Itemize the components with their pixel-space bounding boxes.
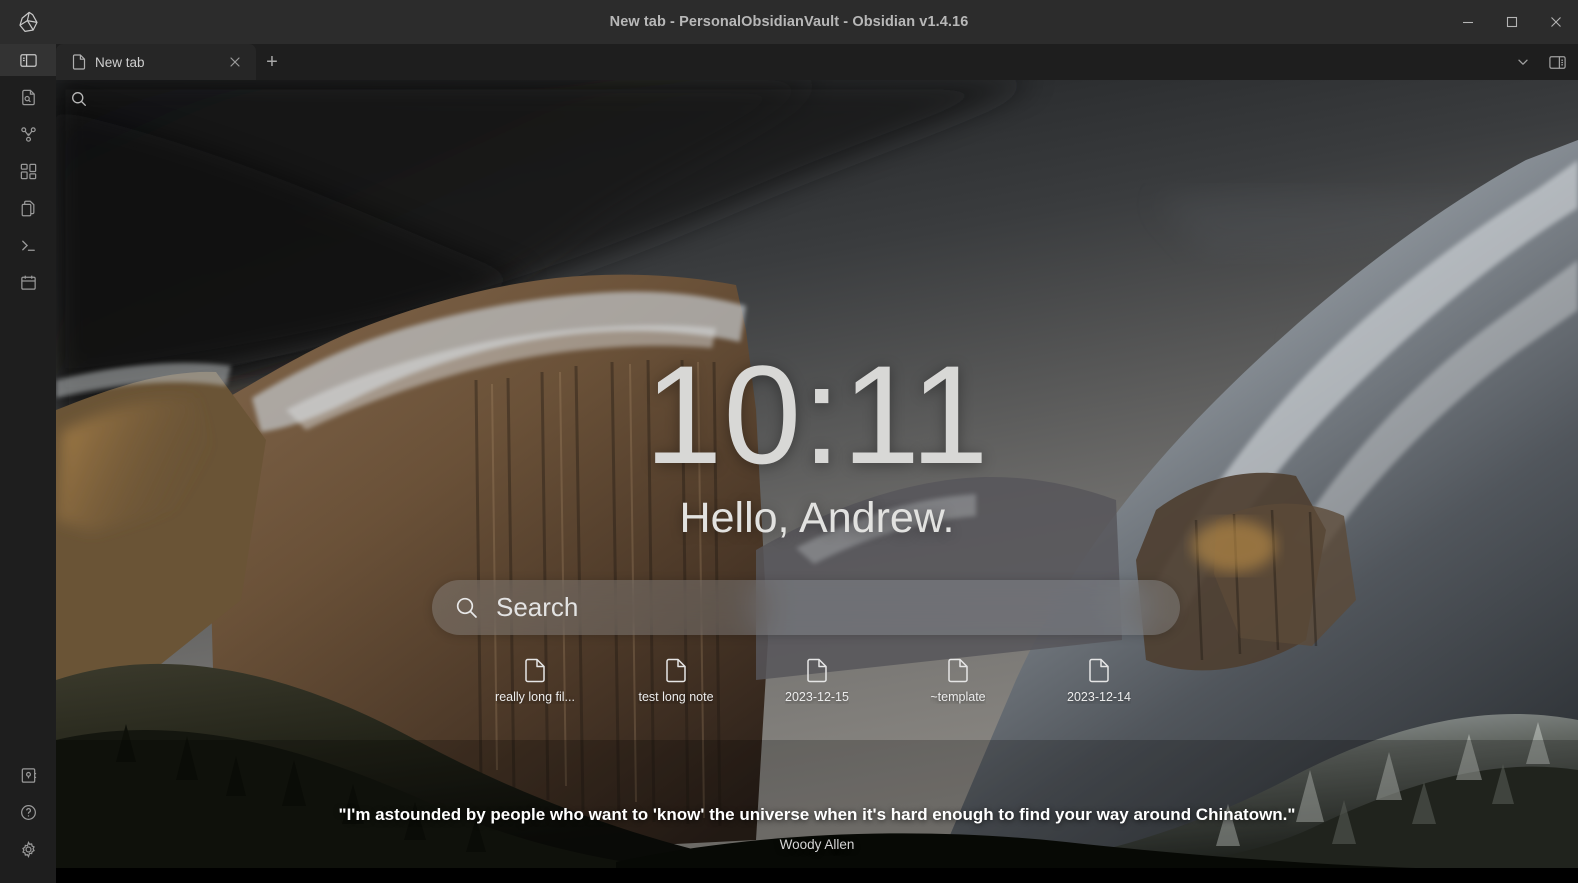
shortcut-item[interactable]: 2023-12-15: [767, 658, 867, 704]
minimize-button[interactable]: [1446, 0, 1490, 44]
shortcut-item[interactable]: 2023-12-14: [1049, 658, 1149, 704]
search-icon: [454, 595, 480, 621]
title-bar: New tab - PersonalObsidianVault - Obsidi…: [0, 0, 1578, 44]
help-icon[interactable]: [0, 796, 56, 828]
tab-bar-right-controls: [1508, 44, 1572, 80]
left-ribbon: [0, 44, 56, 883]
search-icon[interactable]: [70, 90, 88, 113]
quote-text: "I'm astounded by people who want to 'kn…: [338, 805, 1296, 824]
main-content-area: 10:11 Hello, Andrew. Search really long …: [56, 80, 1578, 868]
document-icon: [524, 658, 546, 683]
window-controls: [1446, 0, 1578, 44]
file-search-icon[interactable]: [0, 81, 56, 113]
search-input[interactable]: [496, 592, 1180, 623]
close-button[interactable]: [1534, 0, 1578, 44]
shortcut-label: ~template: [930, 690, 986, 704]
chevron-down-icon[interactable]: [1508, 47, 1538, 77]
window-title: New tab - PersonalObsidianVault - Obsidi…: [609, 14, 969, 30]
shortcut-label: test long note: [638, 690, 714, 704]
document-icon: [947, 658, 969, 683]
tab-new-tab[interactable]: New tab: [56, 44, 256, 80]
maximize-button[interactable]: [1490, 0, 1534, 44]
recent-files-shortcuts: really long fil... test long note 2023-1…: [56, 658, 1578, 704]
document-icon: [72, 54, 86, 70]
ribbon-top-group: [0, 44, 56, 298]
greeting-text: Hello, Andrew.: [679, 494, 955, 542]
new-tab-button[interactable]: +: [256, 44, 288, 80]
quote-block: "I'm astounded by people who want to 'kn…: [56, 805, 1578, 852]
document-icon: [1088, 658, 1110, 683]
ribbon-bottom-group: [0, 759, 56, 865]
close-icon[interactable]: [224, 51, 246, 73]
tab-bar: New tab +: [56, 44, 1578, 80]
shortcut-item[interactable]: ~template: [908, 658, 1008, 704]
vault-switcher-icon[interactable]: [0, 759, 56, 791]
clock-display: 10:11: [644, 336, 990, 493]
quote-author: Woody Allen: [779, 837, 855, 852]
shortcut-label: 2023-12-15: [785, 690, 849, 704]
calendar-icon[interactable]: [0, 266, 56, 298]
toggle-right-sidebar-icon[interactable]: [1542, 47, 1572, 77]
shortcut-item[interactable]: really long fil...: [485, 658, 585, 704]
shortcut-label: 2023-12-14: [1067, 690, 1131, 704]
shortcut-label: really long fil...: [495, 690, 575, 704]
toggle-left-sidebar-button[interactable]: [0, 44, 56, 76]
home-search-bar[interactable]: [432, 580, 1180, 635]
tab-label: New tab: [95, 54, 145, 70]
document-icon: [665, 658, 687, 683]
obsidian-gem-icon: [0, 0, 56, 44]
shortcut-item[interactable]: test long note: [626, 658, 726, 704]
home-new-tab-view: 10:11 Hello, Andrew. Search really long …: [56, 80, 1578, 868]
canvas-grid-icon[interactable]: [0, 155, 56, 187]
graph-view-icon[interactable]: [0, 118, 56, 150]
settings-gear-icon[interactable]: [0, 833, 56, 865]
obsidian-window: New tab - PersonalObsidianVault - Obsidi…: [0, 0, 1578, 883]
copy-files-icon[interactable]: [0, 192, 56, 224]
document-icon: [806, 658, 828, 683]
terminal-icon[interactable]: [0, 229, 56, 261]
